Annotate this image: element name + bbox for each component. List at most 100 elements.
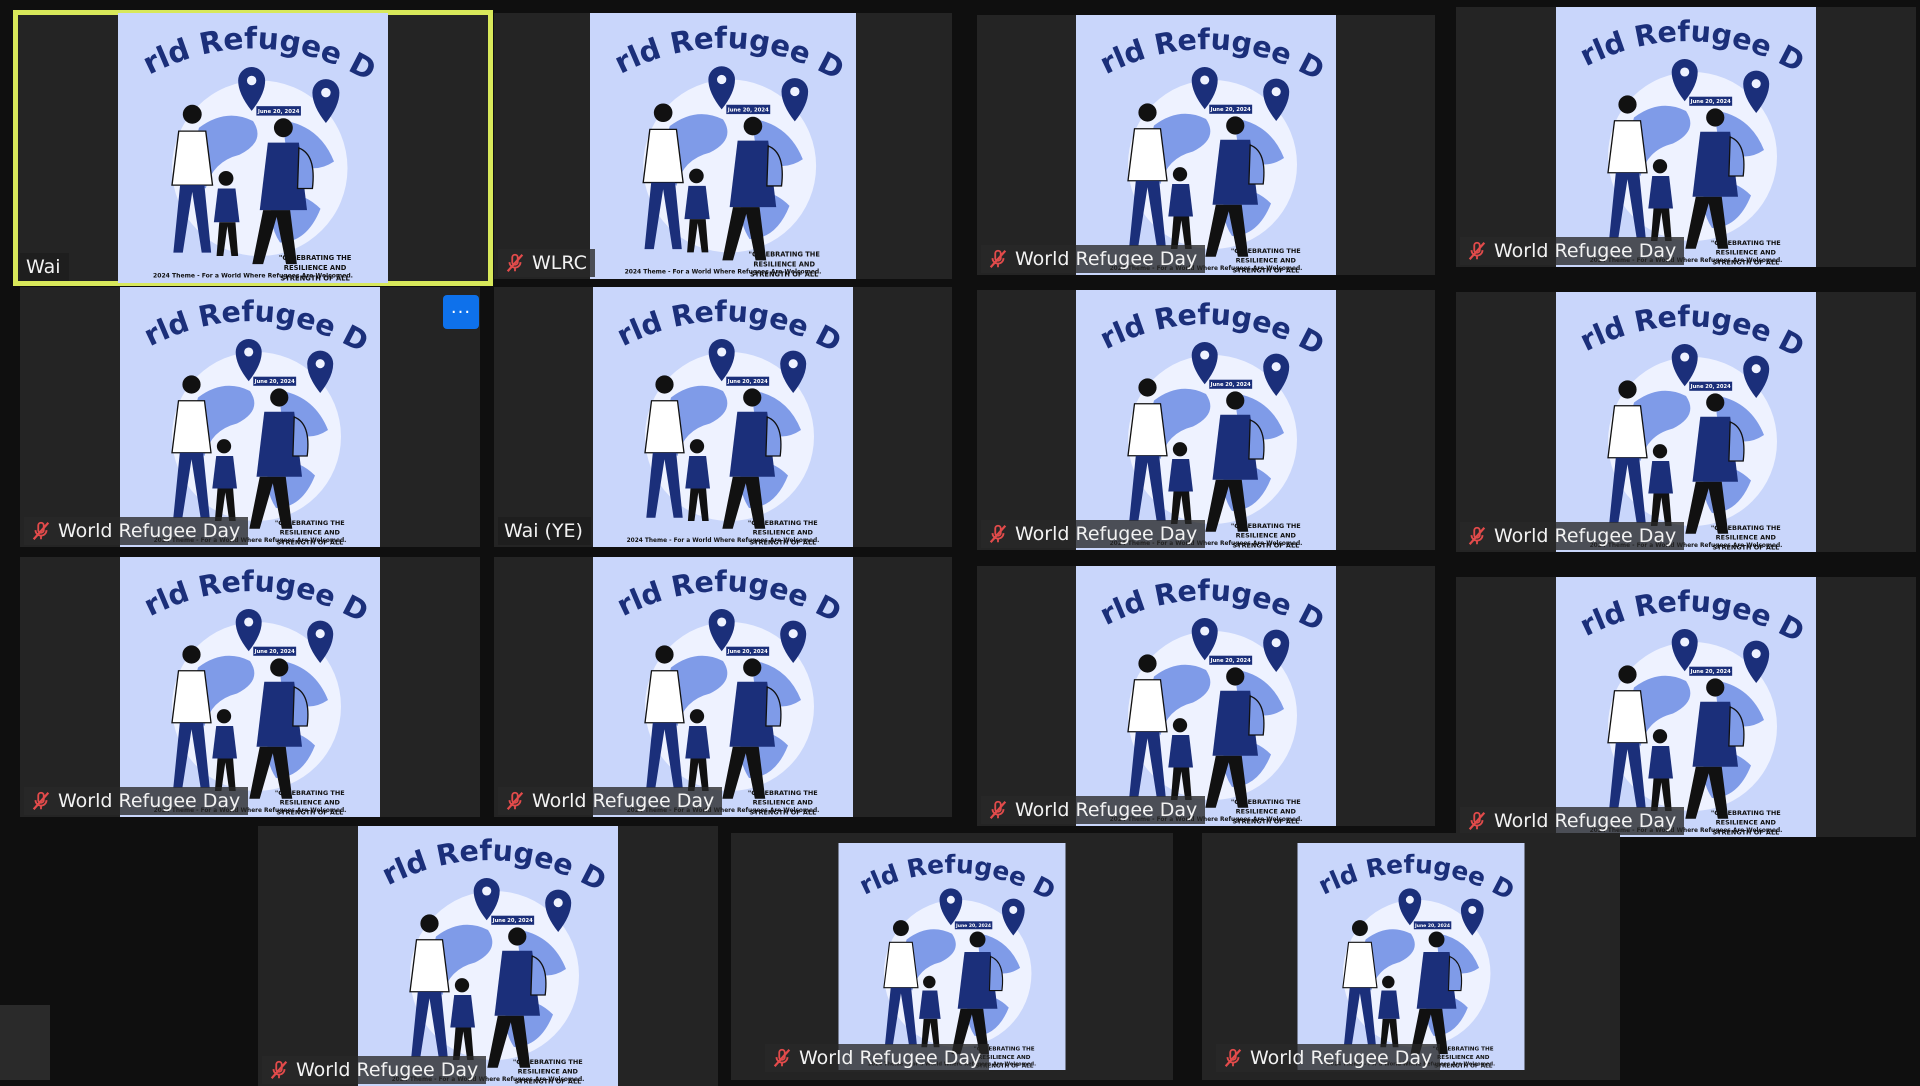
svg-text:June 20, 2024: June 20, 2024 [1690,669,1731,675]
video-poster: World Refugee DayJune 20, 2024"CELEBRATI… [1297,843,1525,1070]
svg-text:"CELEBRATING THE: "CELEBRATING THE [1231,798,1301,806]
svg-text:"CELEBRATING THE: "CELEBRATING THE [513,1058,583,1066]
participant-name: World Refugee Day [58,790,241,812]
svg-text:June 20, 2024: June 20, 2024 [254,649,295,655]
muted-mic-icon [987,799,1009,821]
svg-text:June 20, 2024: June 20, 2024 [727,379,768,385]
svg-text:RESILIENCE AND: RESILIENCE AND [1716,249,1777,257]
participant-name-label: World Refugee Day [981,520,1206,548]
svg-text:RESILIENCE AND: RESILIENCE AND [1236,808,1297,816]
participant-tile[interactable]: World Refugee DayJune 20, 2024"CELEBRATI… [977,15,1435,275]
svg-text:June 20, 2024: June 20, 2024 [955,923,991,929]
participant-name-label: World Refugee Day [1460,237,1685,265]
self-view-corner[interactable] [0,1005,50,1080]
svg-text:June 20, 2024: June 20, 2024 [727,649,768,655]
svg-text:"CELEBRATING THE: "CELEBRATING THE [1711,239,1781,247]
svg-text:RESILIENCE AND: RESILIENCE AND [1437,1055,1490,1061]
svg-text:RESILIENCE AND: RESILIENCE AND [280,529,341,537]
participant-name: World Refugee Day [1015,248,1198,270]
participant-name-label: World Refugee Day [24,517,249,545]
muted-mic-icon [771,1047,793,1069]
video-poster: World Refugee DayJune 20, 2024"CELEBRATI… [1076,290,1336,550]
svg-text:June 20, 2024: June 20, 2024 [1210,658,1251,664]
svg-text:"CELEBRATING THE: "CELEBRATING THE [748,250,820,258]
participant-name: World Refugee Day [1494,810,1677,832]
participant-tile[interactable]: World Refugee Day June 20, 2024 "CELEBRATI… [1456,292,1916,552]
participant-tile[interactable]: World Refugee Day June 20, 2024 "CELEBRATI… [977,566,1435,826]
svg-text:"CELEBRATING THE: "CELEBRATING THE [279,254,352,262]
muted-mic-icon [30,790,52,812]
participant-tile[interactable]: World Refugee Day June 20, 2024 "CELEBRATI… [494,557,952,817]
muted-mic-icon [1466,525,1488,547]
video-poster: World Refugee DayJune 20, 2024"CELEBRATI… [1556,577,1816,837]
svg-text:RESILIENCE AND: RESILIENCE AND [753,529,814,537]
svg-text:"CELEBRATING THE: "CELEBRATING THE [1231,522,1301,530]
participant-tile[interactable]: World Refugee DayJune 20, 2024"CELEBRATI… [1202,833,1620,1080]
participant-name-label: World Refugee Day [1460,807,1685,835]
participant-name-label: WLRC [498,249,595,277]
participant-tile[interactable]: World Refugee DayJune 20, 2024"CELEBRATI… [494,287,952,547]
video-poster: World Refugee DayJune 20, 2024"CELEBRATI… [1556,7,1816,267]
svg-text:RESILIENCE AND: RESILIENCE AND [284,264,347,272]
svg-text:RESILIENCE AND: RESILIENCE AND [753,260,815,268]
svg-text:June 20, 2024: June 20, 2024 [492,918,533,924]
participant-name: World Refugee Day [58,520,241,542]
video-poster: World Refugee DayJune 20, 2024"CELEBRATI… [593,287,853,547]
participant-name-label: Wai [20,253,69,281]
svg-text:2024 Theme - For a World Where: 2024 Theme - For a World Where Refugees … [153,273,353,280]
participant-tile[interactable]: World Refugee DayJune 20, 2024"CELEBRATI… [494,13,952,279]
participant-tile[interactable]: World Refugee DayJune 20, 2024"CELEBRATI… [1456,7,1916,267]
muted-mic-icon [268,1059,290,1081]
muted-mic-icon [987,248,1009,270]
muted-mic-icon [504,790,526,812]
muted-mic-icon [504,252,526,274]
svg-text:"CELEBRATING THE: "CELEBRATING THE [748,519,818,527]
participant-tile[interactable]: World Refugee Day June 20, 2024 "CELEBRATI… [977,290,1435,550]
participant-tile[interactable]: World Refugee DayJune 20, 2024"CELEBRATI… [20,287,480,547]
participant-tile[interactable]: World Refugee Day June 20, 2024 "CELEBRATI… [20,557,480,817]
svg-text:RESILIENCE AND: RESILIENCE AND [1716,534,1777,542]
participant-tile[interactable]: World Refugee DayJune 20, 2024"CELEBRATI… [13,10,493,286]
muted-mic-icon [1222,1047,1244,1069]
svg-text:"CELEBRATING THE: "CELEBRATING THE [748,789,818,797]
video-poster: World Refugee DayJune 20, 2024"CELEBRATI… [1076,15,1336,275]
participant-tile[interactable]: World Refugee Day June 20, 2024 "CELEBRATI… [1456,577,1916,837]
svg-text:RESILIENCE AND: RESILIENCE AND [280,799,341,807]
svg-text:RESILIENCE AND: RESILIENCE AND [1236,532,1297,540]
svg-text:"CELEBRATING THE: "CELEBRATING THE [1433,1047,1494,1053]
svg-text:June 20, 2024: June 20, 2024 [1210,107,1251,113]
participant-name-label: World Refugee Day [765,1044,990,1072]
video-poster: World Refugee DayJune 20, 2024"CELEBRATI… [590,13,856,279]
participant-name-label: World Refugee Day [498,787,723,815]
svg-text:"CELEBRATING THE: "CELEBRATING THE [1711,809,1781,817]
svg-text:June 20, 2024: June 20, 2024 [1210,382,1251,388]
participant-name-label: Wai (YE) [498,517,591,545]
participant-name: World Refugee Day [1494,525,1677,547]
muted-mic-icon [30,520,52,542]
participant-name: WLRC [532,252,587,274]
svg-text:RESILIENCE AND: RESILIENCE AND [1236,257,1297,265]
muted-mic-icon [987,523,1009,545]
participant-tile[interactable]: World Refugee DayJune 20, 2024"CELEBRATI… [258,826,718,1086]
video-poster: World Refugee DayJune 20, 2024"CELEBRATI… [838,843,1066,1070]
video-gallery: World Refugee Day June 20, 2024 "CELEBRATI… [0,0,1920,1086]
svg-text:June 20, 2024: June 20, 2024 [1690,384,1731,390]
muted-mic-icon [1466,240,1488,262]
muted-mic-icon [1466,810,1488,832]
participant-name: Wai (YE) [504,520,583,542]
participant-tile[interactable]: World Refugee DayJune 20, 2024"CELEBRATI… [731,833,1173,1080]
video-poster: World Refugee DayJune 20, 2024"CELEBRATI… [1076,566,1336,826]
svg-text:RESILIENCE AND: RESILIENCE AND [753,799,814,807]
participant-name-label: World Refugee Day [981,796,1206,824]
svg-text:June 20, 2024: June 20, 2024 [727,107,769,113]
svg-text:"CELEBRATING THE: "CELEBRATING THE [275,789,345,797]
svg-text:June 20, 2024: June 20, 2024 [257,109,300,115]
svg-text:June 20, 2024: June 20, 2024 [254,379,295,385]
svg-text:RESILIENCE AND: RESILIENCE AND [1716,819,1777,827]
video-poster: World Refugee DayJune 20, 2024"CELEBRATI… [120,557,380,817]
participant-name: World Refugee Day [1250,1047,1433,1069]
more-options-button[interactable]: ··· [443,295,479,329]
video-poster: World Refugee DayJune 20, 2024"CELEBRATI… [120,287,380,547]
svg-text:2024 Theme - For a World Where: 2024 Theme - For a World Where Refugees … [627,538,820,544]
svg-text:"CELEBRATING THE: "CELEBRATING THE [1711,524,1781,532]
